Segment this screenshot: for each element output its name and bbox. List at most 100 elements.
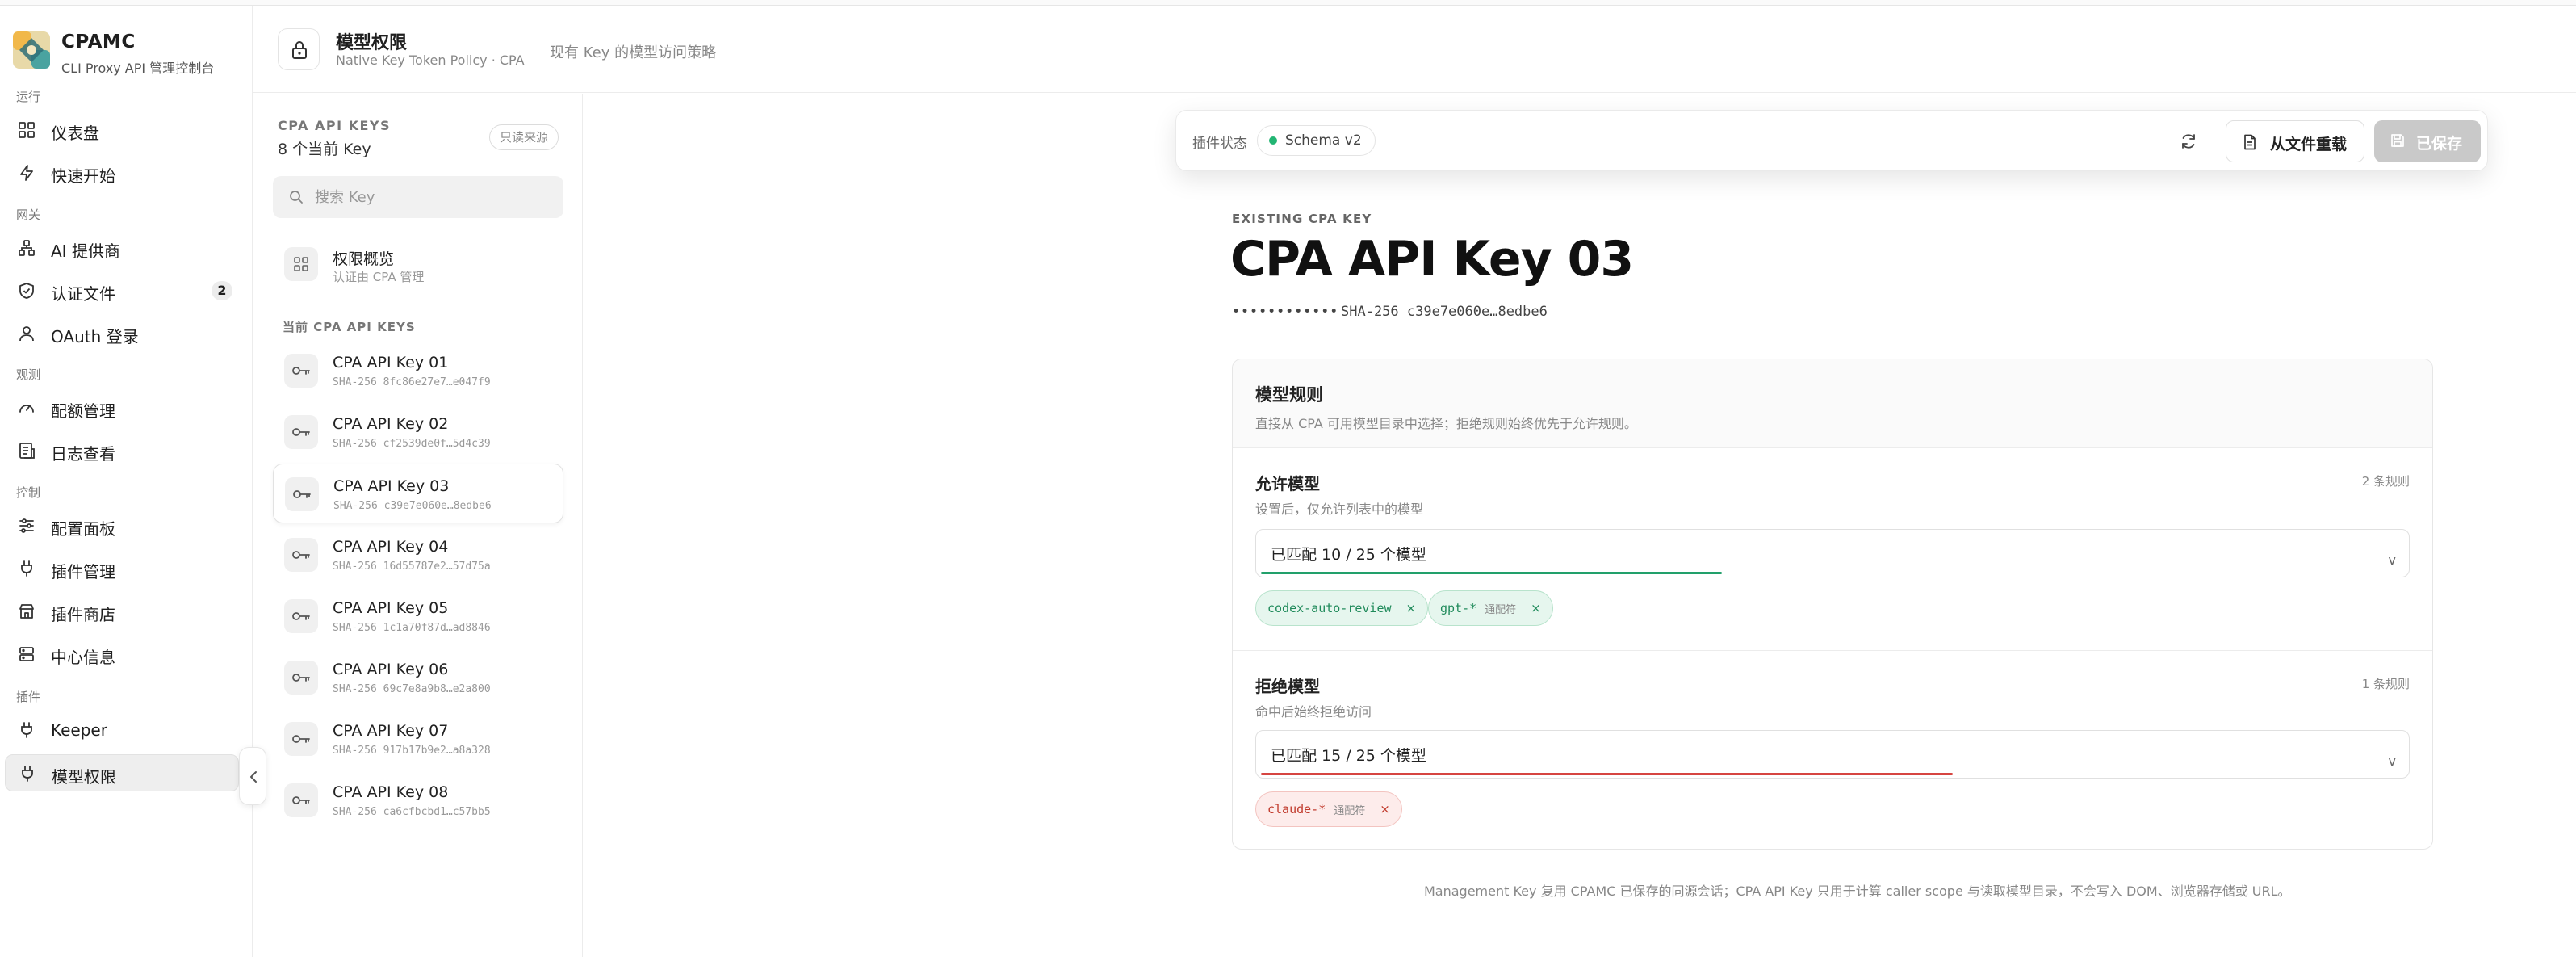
schema-status-badge: Schema v2: [1257, 125, 1376, 156]
nav-label: 配额管理: [51, 401, 115, 421]
key-sha: SHA-256 c39e7e060e…8edbe6: [1341, 304, 1548, 320]
remove-chip-button[interactable]: ×: [1531, 601, 1541, 615]
save-button[interactable]: 已保存: [2374, 120, 2481, 162]
count-badge: 2: [212, 281, 232, 300]
allow-select-value: 已匹配 10 / 25 个模型: [1271, 546, 1426, 564]
window-top-strip: [0, 0, 2576, 6]
key-list-item[interactable]: CPA API Key 01 SHA-256 8fc86e27e7…e047f9: [273, 341, 563, 401]
shield-icon: [19, 283, 34, 299]
sidebar-collapse-button[interactable]: [239, 747, 266, 805]
schema-version: Schema v2: [1285, 132, 1362, 149]
key-list-item[interactable]: CPA API Key 08 SHA-256 ca6cfbcbd1…c57bb5: [273, 770, 563, 830]
key-hash: SHA-256 ca6cfbcbd1…c57bb5: [333, 806, 491, 818]
deny-subtitle: 命中后始终拒绝访问: [1255, 704, 1372, 720]
nav-group-gateway: 网关: [16, 208, 41, 222]
key-name: CPA API Key 06: [333, 661, 449, 678]
key-list-item[interactable]: CPA API Key 02 SHA-256 cf2539de0f…5d4c39: [273, 402, 563, 462]
remove-chip-button[interactable]: ×: [1380, 802, 1390, 816]
key-name: CPA API Key 04: [333, 538, 449, 556]
floating-toolbar: 插件状态 Schema v2 从文件重载 已保存: [1175, 110, 2488, 171]
detail-title: CPA API Key 03: [1230, 231, 1634, 288]
key-list-item[interactable]: CPA API Key 05 SHA-256 1c1a70f87d…ad8846: [273, 586, 563, 646]
nav-item-keeper[interactable]: Keeper: [5, 711, 239, 749]
overview-title: 权限概览: [333, 250, 395, 268]
allow-model-select[interactable]: 已匹配 10 / 25 个模型 v: [1255, 529, 2410, 577]
key-name: CPA API Key 07: [333, 722, 449, 740]
search-icon: [290, 191, 303, 204]
sidebar: CPAMC CLI Proxy API 管理控制台 运行 仪表盘 快速开始 网关…: [0, 6, 253, 957]
search-input[interactable]: [315, 186, 549, 208]
key-icon: [292, 796, 310, 804]
nav-label: 插件商店: [51, 605, 115, 624]
remove-chip-button[interactable]: ×: [1406, 601, 1417, 615]
allow-subtitle: 设置后，仅允许列表中的模型: [1255, 502, 1424, 517]
nav-item-dashboard[interactable]: 仪表盘: [5, 111, 239, 149]
deny-select-value: 已匹配 15 / 25 个模型: [1271, 747, 1426, 765]
chip-label: claude-*: [1267, 802, 1326, 816]
allow-match-progress: [1261, 572, 1723, 574]
key-list-item[interactable]: CPA API Key 07 SHA-256 917b17b9e2…a8a328: [273, 709, 563, 769]
nav-item-model-permissions[interactable]: 模型权限: [5, 754, 239, 791]
server-icon: [19, 647, 34, 661]
nav-item-plugin-store[interactable]: 插件商店: [5, 593, 239, 630]
allow-models-section: 允许模型 设置后，仅允许列表中的模型 2 条规则 已匹配 10 / 25 个模型…: [1233, 448, 2432, 650]
refresh-button[interactable]: [2174, 127, 2203, 156]
chip-label: gpt-*: [1440, 601, 1477, 615]
page-title: 模型权限: [336, 33, 408, 53]
nav-label: 配置面板: [51, 519, 115, 539]
refresh-icon: [2182, 134, 2195, 149]
key-icon: [292, 551, 310, 559]
key-list-item-selected[interactable]: CPA API Key 03 SHA-256 c39e7e060e…8edbe6: [273, 464, 563, 523]
nav-item-logs[interactable]: 日志查看: [5, 432, 239, 469]
network-icon: [19, 240, 35, 256]
key-icon-box: [284, 415, 318, 449]
key-hash: SHA-256 917b17b9e2…a8a328: [333, 745, 491, 757]
nav-item-ai-providers[interactable]: AI 提供商: [5, 229, 239, 267]
plug-icon: [21, 560, 32, 577]
key-icon: [293, 490, 311, 498]
nav-label: 中心信息: [51, 648, 115, 667]
brand-logo-icon: [13, 31, 50, 69]
key-list-item[interactable]: CPA API Key 04 SHA-256 16d55787e2…57d75a: [273, 525, 563, 585]
wildcard-tag: 通配符: [1334, 804, 1366, 817]
nav-item-quickstart[interactable]: 快速开始: [5, 154, 239, 191]
chevron-down-icon: v: [2388, 552, 2396, 568]
keys-panel-label: CPA API KEYS: [278, 118, 392, 133]
nav-label: 日志查看: [51, 444, 115, 464]
save-icon: [2391, 134, 2404, 147]
key-icon-box: [284, 599, 318, 633]
plugin-status-label: 插件状态: [1192, 136, 1247, 152]
key-icon-box: [284, 722, 318, 756]
nav-item-auth-files[interactable]: 认证文件 2: [5, 272, 239, 309]
bolt-icon: [20, 165, 33, 181]
nav-item-quota[interactable]: 配额管理: [5, 389, 239, 426]
wildcard-tag: 通配符: [1485, 603, 1517, 616]
rules-subtitle: 直接从 CPA 可用模型目录中选择；拒绝规则始终优先于允许规则。: [1255, 416, 1637, 431]
key-icon: [292, 612, 310, 620]
nav-item-config[interactable]: 配置面板: [5, 507, 239, 544]
deny-model-select[interactable]: 已匹配 15 / 25 个模型 v: [1255, 730, 2410, 779]
permission-overview-item[interactable]: 权限概览 认证由 CPA 管理: [273, 237, 563, 292]
deny-match-progress: [1261, 773, 1953, 775]
reload-from-file-button[interactable]: 从文件重载: [2226, 120, 2364, 162]
key-list-item[interactable]: CPA API Key 06 SHA-256 69c7e8a9b8…e2a800: [273, 648, 563, 707]
grid-icon: [294, 257, 308, 271]
key-name: CPA API Key 02: [333, 415, 449, 433]
header-icon-box: [278, 28, 320, 70]
plug-icon: [21, 722, 32, 738]
nav-label: Keeper: [51, 720, 107, 740]
nav-item-center-info[interactable]: 中心信息: [5, 636, 239, 673]
deny-title: 拒绝模型: [1255, 677, 1320, 696]
chevron-left-icon: [250, 771, 257, 783]
key-name: CPA API Key 01: [333, 354, 449, 371]
save-label: 已保存: [2416, 135, 2463, 153]
nav-label: 快速开始: [51, 166, 115, 186]
deny-chip: claude-* 通配符 ×: [1255, 791, 1402, 827]
dashboard-icon: [19, 122, 35, 138]
overview-subtitle: 认证由 CPA 管理: [333, 270, 425, 284]
nav-item-oauth-login[interactable]: OAuth 登录: [5, 315, 239, 352]
nav-label: OAuth 登录: [51, 327, 139, 346]
key-hash: SHA-256 8fc86e27e7…e047f9: [333, 376, 491, 388]
nav-item-plugins[interactable]: 插件管理: [5, 550, 239, 587]
page-header: 模型权限 Native Key Token Policy · CPA 现有 Ke…: [253, 6, 2576, 93]
